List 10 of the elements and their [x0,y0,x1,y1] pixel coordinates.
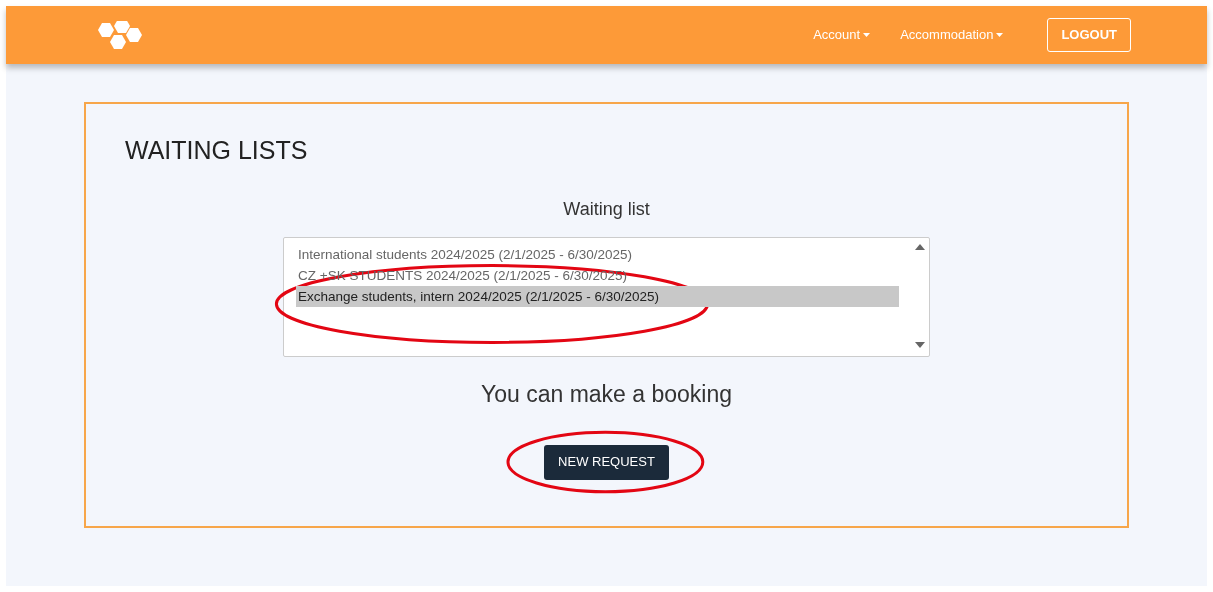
list-label: Waiting list [563,198,650,221]
list-option[interactable]: Exchange students, intern 2024/2025 (2/1/2025 - 6/30/2025) [296,286,899,307]
caret-icon [996,33,1004,37]
new-request-button[interactable]: NEW REQUEST [544,444,669,480]
scroll-down-icon[interactable] [915,342,925,348]
caret-icon [863,33,871,37]
booking-message: You can make a booking [480,380,733,409]
list-option[interactable]: International students 2024/2025 (2/1/2025 - 6/30/2025) [296,244,899,265]
scroll-up-icon[interactable] [915,244,925,250]
page-title: WAITING LISTS [125,138,308,163]
